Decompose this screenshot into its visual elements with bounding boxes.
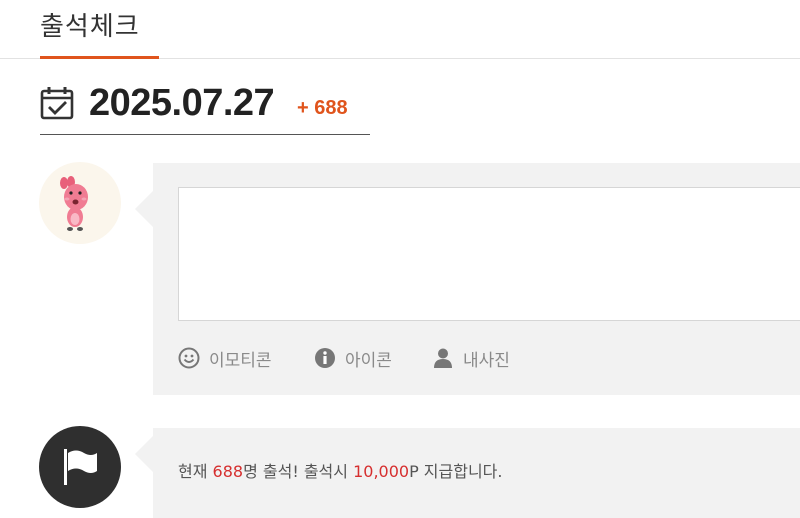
notice-box-pointer bbox=[135, 436, 153, 472]
notice-box: 현재 688명 출석! 출석시 10,000P 지급합니다. bbox=[135, 428, 800, 518]
page-header: 출석체크 bbox=[0, 0, 800, 59]
date-row: 2025.07.27 + 688 bbox=[40, 80, 370, 135]
pink-character-icon bbox=[60, 176, 88, 231]
icon-button[interactable]: 아이콘 bbox=[314, 346, 392, 371]
emoticon-label: 이모티콘 bbox=[209, 350, 272, 371]
smiley-icon bbox=[178, 347, 200, 369]
attendance-count: + 688 bbox=[297, 97, 348, 119]
notice-suffix: P 지급합니다. bbox=[409, 462, 503, 481]
comment-textarea[interactable] bbox=[178, 187, 800, 321]
title-underline bbox=[40, 56, 159, 59]
emoticon-button[interactable]: 이모티콘 bbox=[178, 346, 272, 371]
my-photo-button[interactable]: 내사진 bbox=[432, 346, 510, 371]
calendar-check-icon bbox=[40, 86, 76, 122]
comment-box-pointer bbox=[135, 191, 153, 227]
attendance-date: 2025.07.27 bbox=[89, 82, 275, 124]
user-avatar bbox=[39, 162, 121, 244]
notice-points: 10,000 bbox=[353, 462, 410, 481]
page-title: 출석체크 bbox=[40, 12, 140, 42]
attendance-notice: 현재 688명 출석! 출석시 10,000P 지급합니다. bbox=[178, 458, 502, 482]
info-icon bbox=[315, 348, 335, 368]
icon-label: 아이콘 bbox=[345, 350, 392, 371]
notice-prefix: 현재 bbox=[178, 462, 213, 481]
user-icon bbox=[434, 348, 452, 368]
notice-avatar bbox=[39, 426, 121, 508]
notice-count: 688 bbox=[212, 462, 244, 481]
flag-icon bbox=[64, 449, 97, 485]
notice-middle: 명 출석! 출석시 bbox=[243, 462, 354, 481]
my-photo-label: 내사진 bbox=[463, 350, 510, 371]
comment-box: 이모티콘 아이콘 내사진 bbox=[135, 163, 800, 395]
